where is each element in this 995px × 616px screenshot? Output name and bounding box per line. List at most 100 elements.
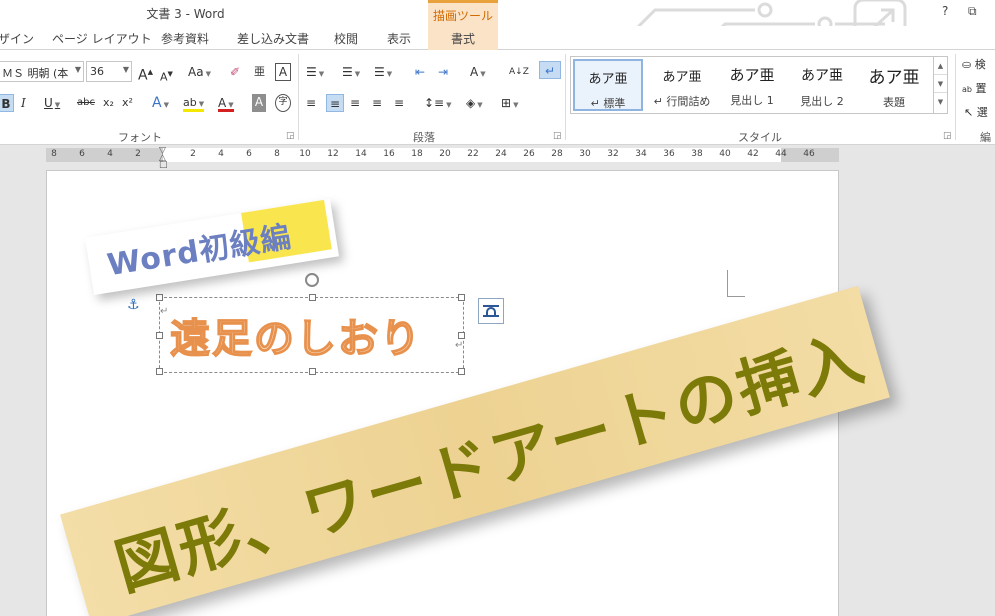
align-center-button[interactable]: ≡ bbox=[326, 94, 344, 112]
select-button[interactable]: ↖ 選 bbox=[964, 104, 988, 122]
align-right-button[interactable]: ≡ bbox=[350, 94, 360, 112]
gallery-up-icon[interactable]: ▲ bbox=[934, 57, 947, 75]
ruler-tick: 44 bbox=[775, 149, 787, 159]
decrease-indent-button[interactable]: ⇤ bbox=[415, 63, 425, 81]
font-size-box[interactable]: 36 ▼ bbox=[86, 61, 132, 82]
grow-font-button[interactable]: A▲ bbox=[138, 63, 153, 84]
wordart-text[interactable]: 遠足のしおり bbox=[169, 306, 422, 364]
asian-layout-button[interactable]: A ▼ bbox=[470, 63, 486, 81]
tab-review[interactable]: 校閲 bbox=[334, 30, 358, 47]
style-no-spacing[interactable]: あア亜 ↵ 行間詰め bbox=[647, 59, 717, 111]
tab-design[interactable]: ザイン bbox=[0, 30, 34, 47]
italic-button[interactable]: I bbox=[21, 94, 26, 112]
align-left-button[interactable]: ≡ bbox=[306, 94, 316, 112]
subscript-button[interactable]: x₂ bbox=[103, 94, 114, 112]
ruler-tick: 12 bbox=[327, 149, 339, 159]
ruler-tick: 34 bbox=[635, 149, 647, 159]
tab-mailings[interactable]: 差し込み文書 bbox=[237, 30, 309, 47]
resize-handle[interactable] bbox=[156, 332, 163, 339]
tab-page-layout[interactable]: ページ レイアウト bbox=[52, 30, 152, 47]
ruler-tick: 36 bbox=[663, 149, 675, 159]
numbering-button[interactable]: ☰ ▼ bbox=[342, 63, 360, 81]
editing-group-label: 編 bbox=[980, 131, 991, 144]
ruler-tick: 4 bbox=[107, 149, 113, 159]
ruler-tick: 4 bbox=[218, 149, 224, 159]
show-formatting-marks-button[interactable]: ↵ bbox=[539, 61, 561, 79]
resize-handle[interactable] bbox=[309, 294, 316, 301]
resize-handle[interactable] bbox=[458, 368, 465, 375]
bullets-button[interactable]: ☰ ▼ bbox=[306, 63, 324, 81]
resize-handle[interactable] bbox=[156, 294, 163, 301]
style-heading-2[interactable]: あア亜 見出し 2 bbox=[787, 59, 857, 111]
style-title[interactable]: あア亜 表題 bbox=[859, 59, 929, 111]
margin-corner-mark bbox=[727, 270, 745, 297]
paragraph-shading-button[interactable]: ◈ ▼ bbox=[466, 94, 483, 112]
strikethrough-button[interactable]: abc bbox=[77, 94, 95, 112]
tab-view[interactable]: 表示 bbox=[387, 30, 411, 47]
line-spacing-button[interactable]: ↕≡ ▼ bbox=[424, 94, 452, 112]
gallery-scroll[interactable]: ▲ ▼ ▼ bbox=[933, 57, 947, 113]
replace-button[interactable]: ab 置 bbox=[962, 80, 986, 98]
gallery-down-icon[interactable]: ▼ bbox=[934, 75, 947, 93]
phonetic-guide-button[interactable]: 亜 bbox=[254, 63, 265, 81]
ruler-tick: 46 bbox=[803, 149, 815, 159]
ruler-tick: 32 bbox=[607, 149, 619, 159]
horizontal-ruler[interactable]: 8 6 4 2 2 4 6 8 10 12 14 16 18 20 22 24 … bbox=[46, 147, 839, 170]
sort-button[interactable]: A↓Z bbox=[509, 63, 529, 81]
increase-indent-button[interactable]: ⇥ bbox=[438, 63, 448, 81]
ruler-tick: 22 bbox=[467, 149, 479, 159]
bold-button[interactable]: B bbox=[0, 94, 14, 112]
styles-dialog-launcher[interactable]: ◲ bbox=[943, 131, 952, 141]
highlight-button[interactable]: ab ▼ bbox=[183, 94, 205, 112]
ruler-tick: 10 bbox=[299, 149, 311, 159]
style-heading-1[interactable]: あア亜 見出し 1 bbox=[717, 59, 787, 111]
char-shading-button[interactable]: A bbox=[252, 94, 266, 112]
anchor-icon: ⚓ bbox=[127, 297, 140, 313]
tab-references[interactable]: 参考資料 bbox=[161, 30, 209, 47]
style-normal[interactable]: あア亜 ↵ 標準 bbox=[573, 59, 643, 111]
resize-handle[interactable] bbox=[458, 332, 465, 339]
superscript-button[interactable]: x² bbox=[122, 94, 133, 112]
ribbon-display-button[interactable]: ⧉ bbox=[968, 4, 977, 19]
font-dialog-launcher[interactable]: ◲ bbox=[286, 131, 295, 141]
ribbon-tabs: ザイン ページ レイアウト 参考資料 差し込み文書 校閲 表示 書式 bbox=[0, 26, 995, 50]
enclose-char-button[interactable]: 字 bbox=[275, 94, 291, 112]
wordart-textbox[interactable]: 遠足のしおり bbox=[156, 294, 465, 375]
text-effects-button[interactable]: A ▼ bbox=[152, 94, 169, 112]
ruler-tick: 6 bbox=[246, 149, 252, 159]
paragraph-dialog-launcher[interactable]: ◲ bbox=[553, 131, 562, 141]
underline-button[interactable]: U ▼ bbox=[44, 94, 60, 112]
paragraph-group-label: 段落 bbox=[413, 131, 435, 144]
change-case-button[interactable]: Aa ▼ bbox=[188, 63, 211, 81]
help-button[interactable]: ? bbox=[942, 4, 948, 18]
char-border-button[interactable]: A bbox=[275, 63, 291, 81]
clear-format-button[interactable]: ✐ bbox=[230, 63, 240, 81]
tab-format[interactable]: 書式 bbox=[428, 26, 498, 50]
rotate-handle-icon[interactable] bbox=[305, 273, 319, 287]
ruler-tick: 26 bbox=[523, 149, 535, 159]
indent-marker[interactable]: ▽ △ □ bbox=[159, 147, 168, 170]
replace-icon: ab bbox=[962, 85, 972, 94]
distributed-button[interactable]: ≡ bbox=[394, 94, 404, 112]
find-button[interactable]: ⛀ 検 bbox=[962, 56, 986, 74]
layout-arc-icon bbox=[486, 307, 496, 315]
layout-options-button[interactable] bbox=[478, 298, 504, 324]
styles-group-label: スタイル bbox=[738, 131, 782, 144]
ruler-tick: 24 bbox=[495, 149, 507, 159]
shrink-font-button[interactable]: A▼ bbox=[160, 65, 173, 84]
justify-button[interactable]: ≡ bbox=[372, 94, 382, 112]
multilevel-list-button[interactable]: ☰ ▼ bbox=[374, 63, 392, 81]
ruler-tick: 8 bbox=[274, 149, 280, 159]
paragraph-mark-icon: ↵ bbox=[455, 340, 464, 351]
binoculars-icon: ⛀ bbox=[962, 58, 972, 71]
ruler-tick: 16 bbox=[383, 149, 395, 159]
separator bbox=[565, 54, 566, 140]
font-name-box[interactable]: ＭＳ 明朝 (本 ▼ bbox=[0, 61, 84, 82]
resize-handle[interactable] bbox=[458, 294, 465, 301]
drawing-tools-header: 描画ツール bbox=[428, 0, 498, 26]
gallery-more-icon[interactable]: ▼ bbox=[934, 93, 947, 111]
font-color-button[interactable]: A ▼ bbox=[218, 94, 234, 112]
resize-handle[interactable] bbox=[156, 368, 163, 375]
borders-button[interactable]: ⊞ ▼ bbox=[501, 94, 518, 112]
resize-handle[interactable] bbox=[309, 368, 316, 375]
